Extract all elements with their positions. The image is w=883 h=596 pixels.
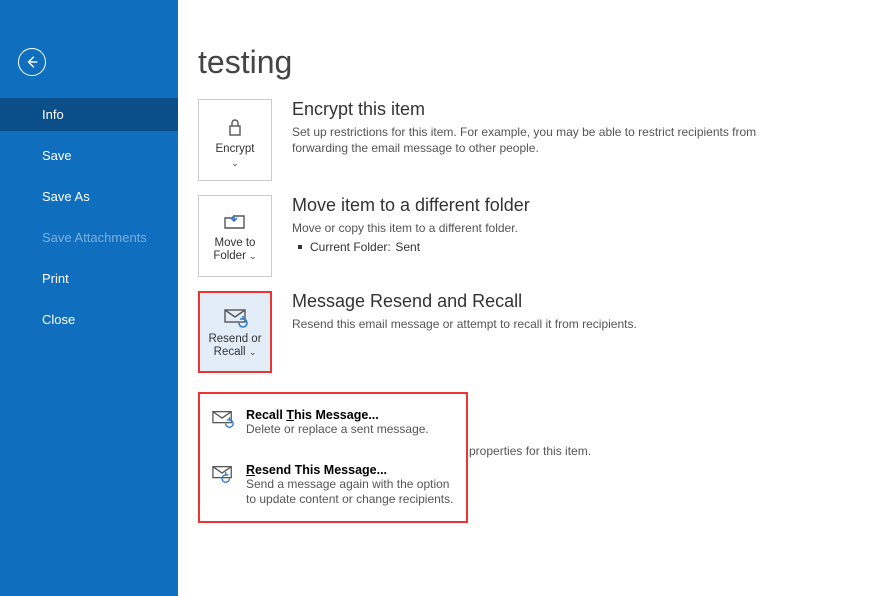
envelope-recall-icon (210, 408, 236, 430)
nav-save-attachments: Save Attachments (0, 221, 178, 254)
file-sidebar: Info Save Save As Save Attachments Print… (0, 0, 178, 596)
section-encrypt: Encrypt ⌄ Encrypt this item Set up restr… (198, 99, 863, 181)
encrypt-tile-label: Encrypt (216, 143, 255, 156)
envelope-recall-icon (221, 305, 249, 329)
move-tile-label-2: Folder (213, 250, 246, 262)
encrypt-tile[interactable]: Encrypt ⌄ (198, 99, 272, 181)
encrypt-title: Encrypt this item (292, 99, 812, 120)
lock-icon (221, 115, 249, 139)
resend-recall-dropdown: Recall This Message... Delete or replace… (198, 392, 468, 523)
nav-print[interactable]: Print (0, 262, 178, 295)
current-folder-line: Current Folder: Sent (292, 240, 812, 254)
resend-title: Message Resend and Recall (292, 291, 812, 312)
current-folder-label: Current Folder: (310, 240, 392, 254)
resend-desc: Resend this email message or attempt to … (292, 316, 812, 332)
nav-save-as[interactable]: Save As (0, 180, 178, 213)
chevron-down-icon: ⌄ (249, 251, 257, 261)
page-title: testing (198, 44, 863, 81)
chevron-down-icon: ⌄ (249, 347, 257, 357)
back-button[interactable] (18, 48, 46, 76)
recall-title: Recall This Message... (246, 408, 429, 422)
back-arrow-icon (25, 55, 39, 69)
nav-info[interactable]: Info (0, 98, 178, 131)
nav-close[interactable]: Close (0, 303, 178, 336)
current-folder-value: Sent (395, 240, 420, 254)
folder-move-icon (221, 209, 249, 233)
move-title: Move item to a different folder (292, 195, 812, 216)
resend-item-title: Resend This Message... (246, 463, 456, 477)
properties-desc-fragment: properties for this item. (469, 444, 591, 458)
resend-tile-label-1: Resend or (208, 333, 261, 345)
chevron-down-icon: ⌄ (231, 160, 239, 166)
move-to-folder-tile[interactable]: Move to Folder ⌄ (198, 195, 272, 277)
recall-desc: Delete or replace a sent message. (246, 422, 429, 437)
recall-this-message-item[interactable]: Recall This Message... Delete or replace… (206, 402, 460, 443)
resend-tile-label-2: Recall (214, 346, 246, 358)
resend-this-message-item[interactable]: Resend This Message... Send a message ag… (206, 457, 460, 513)
section-resend: Resend or Recall ⌄ Message Resend and Re… (198, 291, 863, 373)
resend-or-recall-tile[interactable]: Resend or Recall ⌄ (198, 291, 272, 373)
resend-item-desc: Send a message again with the option to … (246, 477, 456, 507)
envelope-resend-icon (210, 463, 236, 485)
move-tile-label-1: Move to (215, 237, 256, 249)
encrypt-desc: Set up restrictions for this item. For e… (292, 124, 812, 156)
move-desc: Move or copy this item to a different fo… (292, 220, 812, 236)
section-move: Move to Folder ⌄ Move item to a differen… (198, 195, 863, 277)
nav-save[interactable]: Save (0, 139, 178, 172)
